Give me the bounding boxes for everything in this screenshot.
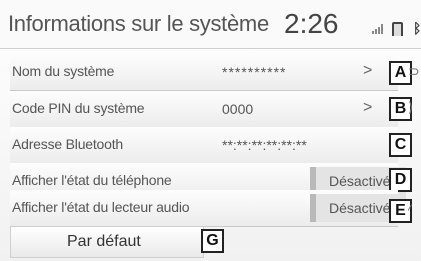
chevron-right-icon: > bbox=[363, 62, 373, 79]
default-button-label: Par défaut bbox=[67, 233, 141, 250]
row-edge-icon: ⁄ bbox=[408, 201, 411, 217]
system-info-screen: Informations sur le système 2:26 ᛒ Nom d… bbox=[0, 0, 421, 261]
callout-c: C bbox=[389, 133, 412, 157]
row-audio-status[interactable]: Afficher l'état du lecteur audio Désacti… bbox=[10, 190, 406, 227]
row-system-name[interactable]: Nom du système ********** > bbox=[10, 54, 398, 91]
default-button[interactable]: Par défaut bbox=[10, 226, 204, 258]
row-system-pin[interactable]: Code PIN du système 0000 > bbox=[10, 91, 398, 128]
page-title: Informations sur le système bbox=[8, 11, 269, 36]
status-icons: ᛒ bbox=[372, 22, 421, 36]
row-edge-icon: ⟩ bbox=[408, 99, 414, 115]
chevron-right-icon: > bbox=[363, 99, 373, 116]
toggle-label: Désactivé bbox=[329, 173, 391, 189]
row-label: Afficher l'état du téléphone bbox=[12, 172, 172, 188]
row-label: Afficher l'état du lecteur audio bbox=[12, 199, 190, 215]
signal-strength-icon bbox=[372, 24, 386, 34]
row-label: Adresse Bluetooth bbox=[12, 136, 124, 152]
header-bar: Informations sur le système 2:26 ᛒ bbox=[0, 0, 421, 49]
row-bluetooth-address: Adresse Bluetooth **:**:**:**:**:** bbox=[10, 127, 398, 164]
row-value: ********** bbox=[222, 64, 287, 80]
toggle-label: Désactivé bbox=[329, 200, 391, 216]
row-value: 0000 bbox=[222, 101, 254, 117]
row-label: Nom du système bbox=[12, 63, 115, 79]
phone-battery-icon bbox=[392, 22, 403, 36]
callout-d: D bbox=[389, 168, 412, 192]
row-edge-icon: ⊃ bbox=[408, 63, 420, 79]
callout-g: G bbox=[201, 229, 224, 253]
clock: 2:26 bbox=[284, 8, 339, 39]
row-value: **:**:**:**:**:** bbox=[222, 137, 307, 153]
row-label: Code PIN du système bbox=[12, 100, 145, 116]
bluetooth-icon: ᛒ bbox=[413, 22, 421, 36]
